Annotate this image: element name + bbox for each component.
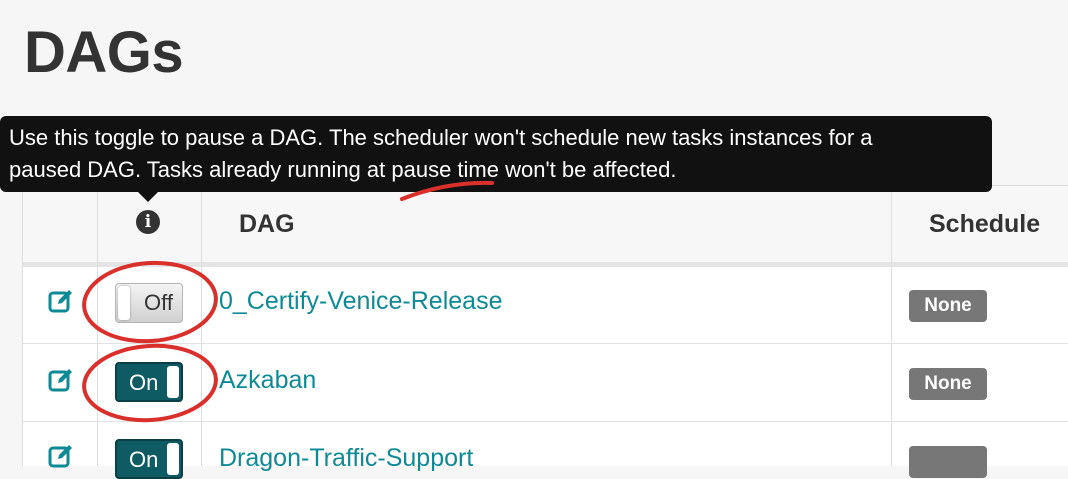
dag-link[interactable]: Azkaban — [219, 366, 316, 395]
toggle-knob — [118, 286, 130, 320]
toggle-label: Off — [144, 290, 173, 315]
page-title: DAGs — [24, 20, 184, 85]
tooltip-arrow — [137, 191, 159, 202]
dag-link[interactable]: Dragon-Traffic-Support — [219, 444, 473, 473]
edit-icon[interactable] — [47, 366, 75, 394]
column-header-schedule[interactable]: Schedule — [929, 210, 1040, 239]
tooltip-line: Use this toggle to pause a DAG. The sche… — [9, 125, 873, 150]
edit-icon[interactable] — [47, 442, 75, 470]
toggle-label: On — [129, 447, 159, 472]
tooltip-line: paused DAG. Tasks already running at pau… — [9, 157, 677, 182]
pause-toggle[interactable]: On — [115, 362, 183, 402]
dags-table: i DAG Schedule Off 0_Certify-Venice-Rele… — [22, 185, 1068, 479]
column-header-dag[interactable]: DAG — [239, 210, 295, 239]
dag-link[interactable]: 0_Certify-Venice-Release — [219, 287, 502, 316]
pause-toggle[interactable]: On — [115, 439, 183, 479]
toggle-knob — [167, 366, 179, 398]
edit-icon[interactable] — [47, 287, 75, 315]
schedule-badge — [909, 446, 987, 478]
table-header-row — [23, 186, 1068, 267]
info-icon[interactable]: i — [136, 210, 160, 234]
toggle-label: On — [129, 370, 159, 395]
pause-toggle-tooltip: Use this toggle to pause a DAG. The sche… — [0, 116, 992, 192]
schedule-badge: None — [909, 290, 987, 322]
schedule-badge: None — [909, 368, 987, 400]
toggle-knob — [167, 443, 179, 475]
pause-toggle[interactable]: Off — [115, 283, 183, 323]
